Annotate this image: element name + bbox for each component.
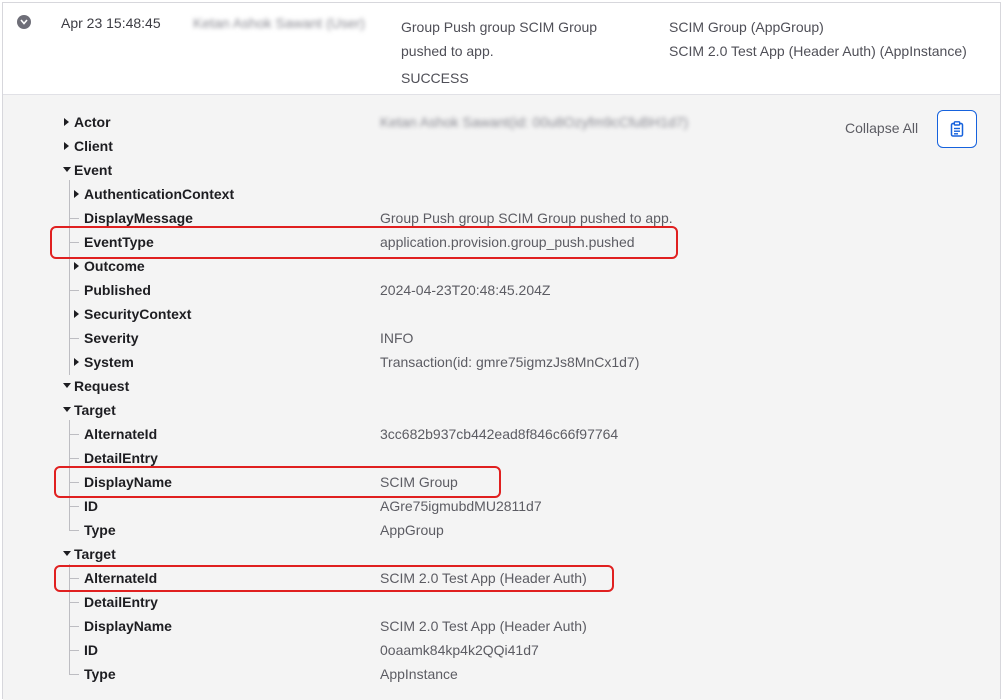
field-key: Type (84, 522, 116, 538)
tree-leaf-type: Type AppInstance (3, 663, 903, 685)
tree-leaf-event-type: EventType application.provision.group_pu… (3, 231, 903, 253)
field-value: 3cc682b937cb442ead8f846c66f97764 (380, 426, 619, 442)
field-key: Type (84, 666, 116, 682)
event-target-2: SCIM 2.0 Test App (Header Auth) (AppInst… (669, 43, 967, 59)
field-value: application.provision.group_push.pushed (380, 234, 635, 250)
tree-leaf-detail-entry: DetailEntry (3, 447, 703, 469)
caret-down-icon (63, 167, 71, 172)
caret-down-icon (63, 407, 71, 412)
field-value: AGre75igmubdMU2811d7 (380, 498, 542, 514)
field-key: Published (84, 282, 151, 298)
tree-node-target-2[interactable]: Target (3, 543, 703, 565)
tree-leaf-alternate-id: AlternateId SCIM 2.0 Test App (Header Au… (3, 567, 903, 589)
tree-node-label: AuthenticationContext (84, 186, 235, 202)
field-key: DetailEntry (84, 450, 158, 466)
field-value: AppInstance (380, 666, 458, 682)
event-target-1: SCIM Group (AppGroup) (669, 19, 824, 35)
tree-leaf-published: Published 2024-04-23T20:48:45.204Z (3, 279, 903, 301)
tree-node-outcome[interactable]: Outcome (3, 255, 703, 277)
caret-down-icon (63, 383, 71, 388)
tree-leaf-display-name: DisplayName SCIM Group (3, 471, 903, 493)
tree-node-actor[interactable]: Actor Ketan Ashok Sawant(id: 00u8Ozyfm9c… (3, 111, 1000, 133)
tree-leaf-alternate-id: AlternateId 3cc682b937cb442ead8f846c66f9… (3, 423, 903, 445)
caret-right-icon (74, 262, 79, 270)
event-time: Apr 23 15:48:45 (61, 15, 161, 31)
field-value: 0oaamk84kp4k2QQi41d7 (380, 642, 539, 658)
tree-node-security-context[interactable]: SecurityContext (3, 303, 703, 325)
tree-node-label: Request (74, 378, 130, 394)
tree-node-label: SecurityContext (84, 306, 192, 322)
tree-node-client[interactable]: Client (3, 135, 703, 157)
tree-node-label: System (84, 354, 134, 370)
tree-leaf-severity: Severity INFO (3, 327, 903, 349)
field-key: ID (84, 498, 98, 514)
collapse-toggle-button[interactable] (17, 15, 31, 29)
event-summary-row[interactable]: Apr 23 15:48:45 Ketan Ashok Sawant (User… (3, 3, 1000, 95)
field-value: 2024-04-23T20:48:45.204Z (380, 282, 551, 298)
field-key: AlternateId (84, 426, 158, 442)
tree-node-label: Target (74, 402, 116, 418)
tree-leaf-display-message: DisplayMessage Group Push group SCIM Gro… (3, 207, 903, 229)
field-key: EventType (84, 234, 154, 250)
caret-right-icon (64, 118, 69, 126)
field-key: ID (84, 642, 98, 658)
tree-leaf-id: ID AGre75igmubdMU2811d7 (3, 495, 903, 517)
caret-down-icon (63, 551, 71, 556)
field-key: DisplayMessage (84, 210, 193, 226)
tree-leaf-id: ID 0oaamk84kp4k2QQi41d7 (3, 639, 903, 661)
tree-node-label: Client (74, 138, 113, 154)
field-key: DisplayName (84, 474, 172, 490)
tree-leaf-display-name: DisplayName SCIM 2.0 Test App (Header Au… (3, 615, 903, 637)
field-key: Severity (84, 330, 139, 346)
event-description-line2: pushed to app. (401, 43, 494, 59)
event-actor-redacted: Ketan Ashok Sawant (User) (193, 15, 365, 31)
field-value: SCIM 2.0 Test App (Header Auth) (380, 570, 587, 586)
field-value: AppGroup (380, 522, 444, 538)
tree-node-target-1[interactable]: Target (3, 399, 703, 421)
tree-leaf-type: Type AppGroup (3, 519, 903, 541)
tree-node-event[interactable]: Event (3, 159, 703, 181)
field-value: Group Push group SCIM Group pushed to ap… (380, 210, 673, 226)
field-key: DetailEntry (84, 594, 158, 610)
event-detail-panel: Collapse All Actor Ketan Ashok Sawant(id… (3, 95, 1000, 700)
event-description-line1: Group Push group SCIM Group (401, 19, 598, 35)
caret-right-icon (64, 142, 69, 150)
caret-right-icon (74, 358, 79, 366)
field-value: Transaction(id: gmre75igmzJs8MnCx1d7) (380, 354, 640, 370)
field-value: SCIM 2.0 Test App (Header Auth) (380, 618, 587, 634)
chevron-down-icon (20, 19, 28, 25)
log-event-card: Apr 23 15:48:45 Ketan Ashok Sawant (User… (2, 2, 1001, 700)
tree-node-label: Target (74, 546, 116, 562)
tree-node-label: Actor (74, 114, 111, 130)
caret-right-icon (74, 190, 79, 198)
caret-right-icon (74, 310, 79, 318)
tree-node-label: Outcome (84, 258, 145, 274)
tree-node-request[interactable]: Request (3, 375, 703, 397)
tree-node-label: Event (74, 162, 113, 178)
field-value: INFO (380, 330, 414, 346)
field-value: SCIM Group (380, 474, 458, 490)
actor-value-redacted: Ketan Ashok Sawant(id: 00u8Ozyfm9cCfuBH1… (380, 114, 689, 130)
field-key: DisplayName (84, 618, 172, 634)
tree-leaf-detail-entry: DetailEntry (3, 591, 703, 613)
event-outcome: SUCCESS (401, 70, 469, 86)
tree-node-authentication-context[interactable]: AuthenticationContext (3, 183, 703, 205)
field-key: AlternateId (84, 570, 158, 586)
event-targets: SCIM Group (AppGroup) SCIM 2.0 Test App … (669, 15, 967, 63)
event-description: Group Push group SCIM Group pushed to ap… (401, 15, 641, 90)
tree-node-system[interactable]: System Transaction(id: gmre75igmzJs8MnCx… (3, 351, 903, 373)
